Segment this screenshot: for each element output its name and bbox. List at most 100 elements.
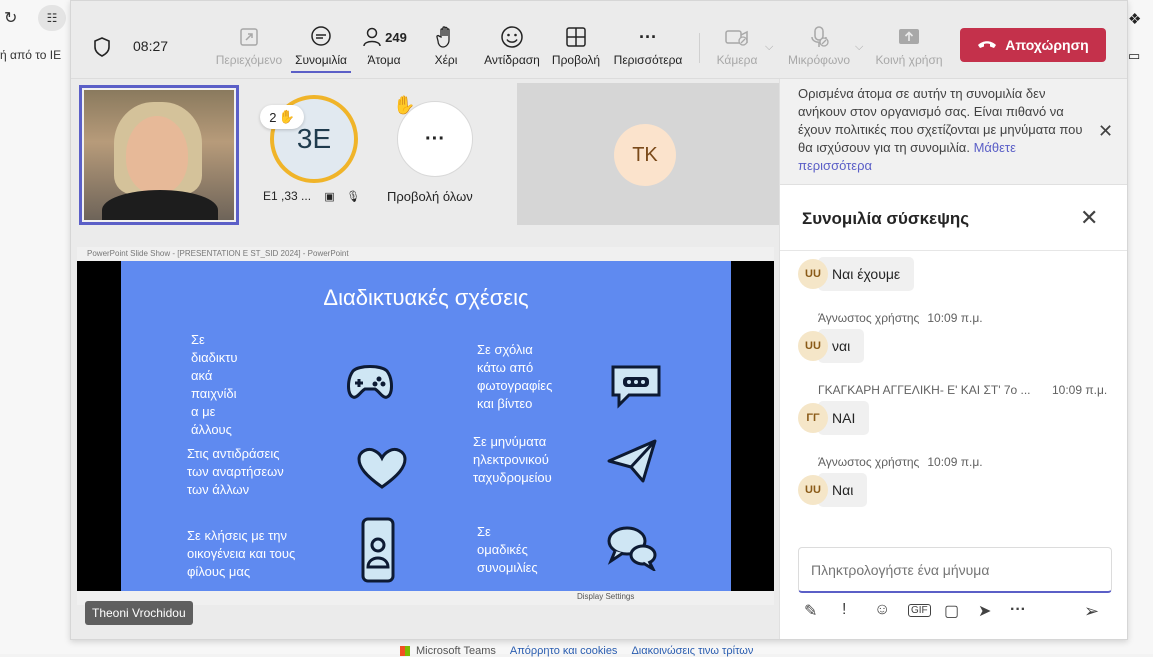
refresh-icon[interactable]: ↻ xyxy=(4,8,17,28)
people-icon: 249 xyxy=(356,25,412,49)
chat-icon xyxy=(291,25,351,49)
format-icon[interactable]: ✎ xyxy=(804,601,817,621)
raised-hands-count: 2 xyxy=(269,109,277,125)
raised-hands-badge: 2 ✋ xyxy=(260,105,304,129)
participant-3e-name: E1 ,33 ... xyxy=(263,189,312,203)
send-icon[interactable]: ➢ xyxy=(1084,601,1099,622)
microphone-options-chevron-icon[interactable]: ⌵ xyxy=(855,41,863,54)
user-avatar[interactable]: UU xyxy=(798,259,828,289)
more-dots-icon: ··· xyxy=(639,26,657,47)
emoji-icon[interactable]: ☺ xyxy=(874,601,890,619)
ie-bookmark[interactable]: ή από το IE xyxy=(0,48,61,62)
participant-tile-tk[interactable]: TK xyxy=(517,83,779,225)
sticker-icon[interactable]: ▢ xyxy=(944,601,959,621)
site-settings-icon[interactable]: ☷ xyxy=(38,5,66,31)
paper-plane-icon xyxy=(607,439,657,483)
share-screen-icon xyxy=(871,25,947,49)
gamepad-icon xyxy=(347,365,393,399)
toolbar-divider xyxy=(699,33,700,63)
user-avatar[interactable]: UU xyxy=(798,475,828,505)
heart-icon xyxy=(357,447,407,489)
user-avatar[interactable]: UU xyxy=(798,331,828,361)
smiley-icon xyxy=(479,25,545,49)
camera-label: Κάμερα xyxy=(716,53,758,67)
more-label: Περισσότερα xyxy=(613,53,683,67)
chat-label: Συνομιλία xyxy=(291,53,351,73)
view-label: Προβολή xyxy=(551,53,601,67)
leave-label: Αποχώρηση xyxy=(1005,37,1089,53)
message-compose-box[interactable] xyxy=(798,547,1112,593)
footer-notices-link[interactable]: Διακοινώσεις τινω τρίτων xyxy=(631,645,753,657)
slide-text-calls: Σε κλήσεις με την οικογένεια και τους φί… xyxy=(187,528,296,579)
raise-hand-label: Χέρι xyxy=(434,53,458,67)
raise-hand-button[interactable]: Χέρι xyxy=(426,25,466,71)
message-input[interactable] xyxy=(799,548,1111,591)
view-all-label[interactable]: Προβολή όλων xyxy=(387,189,473,204)
chat-messages: Ναι έχουμε UU Άγνωστος χρήστης 10:09 π.μ.… xyxy=(780,251,1127,541)
self-video-tile[interactable] xyxy=(79,85,239,225)
view-button[interactable]: Προβολή xyxy=(549,25,603,71)
meeting-stage: 3E 2 ✋ E1 ,33 ... ▣ 🎙 ··· ✋ Προβολή όλων… xyxy=(71,79,779,639)
user-avatar[interactable]: ΓΓ xyxy=(798,403,828,433)
more-button[interactable]: ··· Περισσότερα xyxy=(609,25,687,71)
chat-message-bubble[interactable]: Ναι έχουμε xyxy=(818,257,915,291)
share-content-icon xyxy=(214,25,284,49)
message-time: 10:09 π.μ. xyxy=(1052,383,1108,397)
chat-button[interactable]: Συνομιλία xyxy=(291,25,351,73)
slide-title: Διαδικτυακές σχέσεις xyxy=(323,285,529,310)
message-author: Άγνωστος χρήστης xyxy=(818,311,920,325)
grid-view-icon xyxy=(549,25,603,49)
meeting-toolbar: 08:27 Περιεχόμενο Συνομιλία 249 Άτομα Χέ… xyxy=(71,1,1127,79)
content-button[interactable]: Περιεχόμενο xyxy=(214,25,284,71)
message-meta: Άγνωστος χρήστης 10:09 π.μ. xyxy=(818,455,983,469)
microsoft-logo-icon xyxy=(400,646,410,657)
message-author: ΓΚΑΓΚΑΡΗ ΑΓΓΕΛΙΚΗ- Ε' ΚΑΙ ΣΤ' 7ο ... xyxy=(818,383,1031,397)
meeting-timer: 08:27 xyxy=(133,38,169,54)
microphone-label: Μικρόφωνο xyxy=(788,53,850,67)
more-options-icon[interactable]: ··· xyxy=(1010,601,1026,619)
banner-text: Ορισμένα άτομα σε αυτήν τη συνομιλία δεν… xyxy=(798,86,1083,155)
camera-button[interactable]: Κάμερα xyxy=(711,25,763,71)
comment-icon xyxy=(611,365,661,409)
important-icon[interactable]: ! xyxy=(842,601,846,619)
display-settings-label[interactable]: Display Settings xyxy=(577,592,634,601)
chat-bubbles-icon xyxy=(607,526,657,571)
footer-privacy-link[interactable]: Απόρρητο και cookies xyxy=(510,645,618,657)
raised-hand-icon: ✋ xyxy=(278,109,295,124)
message-author: Άγνωστος χρήστης xyxy=(818,455,920,469)
share-screen-button[interactable]: Κοινή χρήση xyxy=(871,25,947,71)
shared-window-title: PowerPoint Slide Show - [PRESENTATION E … xyxy=(77,247,774,261)
slide-text-reactions: Στις αντιδράσεις των αναρτήσεων των άλλω… xyxy=(187,446,284,497)
hang-up-icon xyxy=(978,41,997,48)
react-button[interactable]: Αντίδραση xyxy=(479,25,545,71)
folder-icon[interactable]: ▭ xyxy=(1128,48,1140,64)
participant-avatar-tk: TK xyxy=(614,124,676,186)
chat-close-icon[interactable]: ✕ xyxy=(1080,205,1098,231)
leave-button[interactable]: Αποχώρηση xyxy=(960,28,1106,62)
participant-video xyxy=(84,90,234,220)
message-time: 10:09 π.μ. xyxy=(927,455,983,469)
gif-icon[interactable]: GIF xyxy=(908,604,931,617)
camera-options-chevron-icon[interactable]: ⌵ xyxy=(765,41,773,54)
people-button[interactable]: 249 Άτομα xyxy=(356,25,412,71)
raised-hand-icon: ✋ xyxy=(393,95,416,115)
compose-toolbar: ✎ ! ☺ GIF ▢ ➤ ··· ➢ xyxy=(798,601,1112,625)
share-screen-label: Κοινή χρήση xyxy=(875,53,943,67)
slide-text-group-chats: Σε ομαδικές συνομιλίες xyxy=(477,524,538,575)
teams-meeting-window: 08:27 Περιεχόμενο Συνομιλία 249 Άτομα Χέ… xyxy=(70,0,1128,640)
participant-3e-name-row: E1 ,33 ... ▣ 🎙 xyxy=(263,189,360,203)
footer-brand: Microsoft Teams xyxy=(416,645,496,657)
extensions-icon[interactable]: ❖ xyxy=(1128,10,1141,28)
slide-text-games: Σε διαδικτυ ακά παιχνίδι α με άλλους xyxy=(191,332,238,437)
shared-screen[interactable]: PowerPoint Slide Show - [PRESENTATION E … xyxy=(77,247,774,605)
shield-icon[interactable] xyxy=(93,37,111,57)
content-label: Περιεχόμενο xyxy=(215,53,283,67)
presentation-slide: Διαδικτυακές σχέσεις Σε διαδικτυ ακά παι… xyxy=(121,261,731,605)
slide-text-comments: Σε σχόλια κάτω από φωτογραφίες και βίντε… xyxy=(477,342,553,411)
microphone-button[interactable]: Μικρόφωνο xyxy=(783,25,855,71)
loop-icon[interactable]: ➤ xyxy=(978,601,991,621)
people-count: 249 xyxy=(385,29,407,45)
people-label: Άτομα xyxy=(367,53,401,67)
meeting-chat-panel: Ορισμένα άτομα σε αυτήν τη συνομιλία δεν… xyxy=(779,79,1127,639)
banner-close-icon[interactable]: ✕ xyxy=(1098,121,1113,142)
